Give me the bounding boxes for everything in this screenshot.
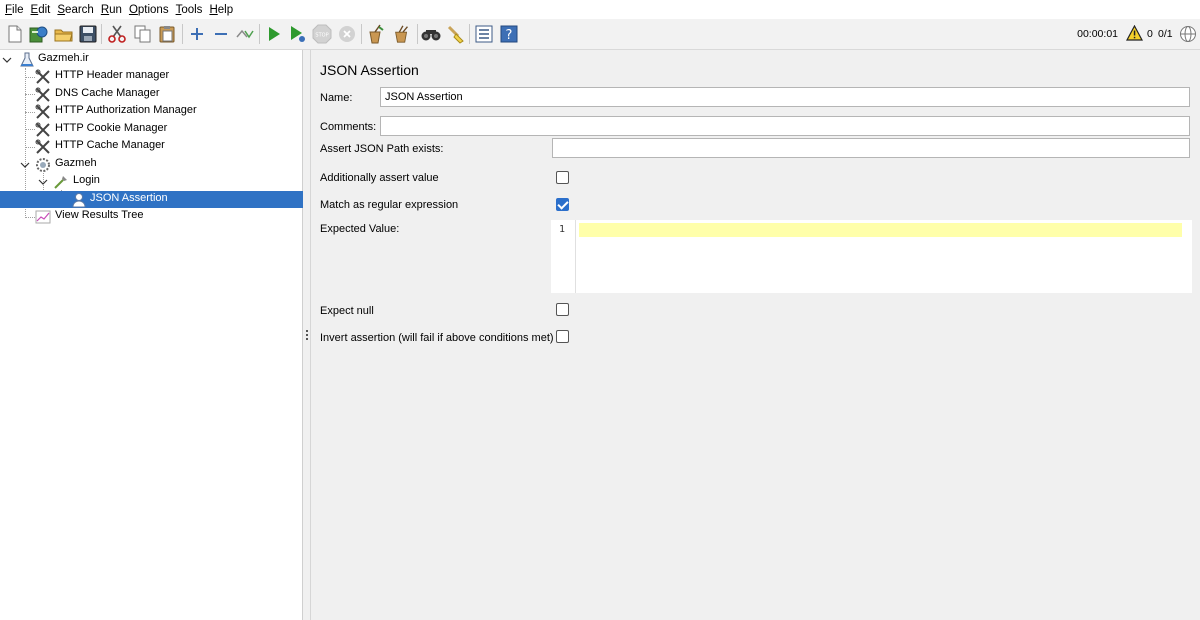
tree-node-label: HTTP Header manager: [55, 69, 170, 81]
expand-icon[interactable]: [187, 24, 207, 44]
tree-node-authorization-manager[interactable]: HTTP Authorization Manager: [0, 103, 303, 120]
search-icon[interactable]: [421, 24, 441, 44]
menu-file[interactable]: File: [4, 4, 29, 16]
match-regex-checkbox[interactable]: [556, 198, 569, 211]
test-plan-icon: [20, 52, 34, 67]
new-icon[interactable]: [5, 24, 25, 44]
chevron-down-icon[interactable]: [20, 160, 30, 170]
tree-node-label: Gazmeh.ir: [38, 52, 89, 64]
wrench-icon: [35, 122, 50, 137]
comments-label: Comments:: [320, 121, 377, 133]
clear-all-icon[interactable]: [392, 24, 412, 44]
match-regex-label: Match as regular expression: [320, 199, 459, 211]
toggle-icon[interactable]: [235, 24, 255, 44]
tree-node-cache-manager[interactable]: HTTP Cache Manager: [0, 138, 303, 155]
tree-node-label: JSON Assertion: [90, 192, 168, 204]
tree-node-label: Login: [73, 174, 100, 186]
line-number-gutter: 1: [551, 220, 576, 293]
help-icon[interactable]: ?: [499, 24, 519, 44]
tree-node-label: HTTP Authorization Manager: [55, 104, 197, 116]
collapse-icon[interactable]: [211, 24, 231, 44]
tree-node-label: Gazmeh: [55, 157, 97, 169]
pipette-icon: [54, 176, 67, 189]
save-icon[interactable]: [78, 24, 98, 44]
remote-engines-icon[interactable]: [1179, 25, 1197, 43]
chevron-down-icon[interactable]: [38, 177, 48, 187]
active-threads: 0/1: [1158, 28, 1173, 40]
stop-icon[interactable]: STOP: [312, 24, 332, 44]
page-title: JSON Assertion: [320, 62, 419, 78]
open-icon[interactable]: [54, 24, 74, 44]
tree-node-label: DNS Cache Manager: [55, 87, 160, 99]
tree-node-cookie-manager[interactable]: HTTP Cookie Manager: [0, 121, 303, 138]
menu-run[interactable]: Run: [100, 4, 127, 16]
tree-node-header-manager[interactable]: HTTP Header manager: [0, 68, 303, 85]
menu-options[interactable]: Options: [128, 4, 174, 16]
expect-null-label: Expect null: [320, 305, 374, 317]
menu-bar: File Edit Search Run Options Tools Help: [0, 0, 1200, 19]
templates-icon[interactable]: [29, 24, 49, 44]
comments-field[interactable]: [380, 116, 1190, 136]
additionally-assert-label: Additionally assert value: [320, 172, 439, 184]
cut-icon[interactable]: [107, 24, 127, 44]
tree-node-thread-group[interactable]: Gazmeh: [0, 156, 303, 173]
svg-text:?: ?: [506, 28, 513, 43]
menu-edit[interactable]: Edit: [30, 4, 56, 16]
expected-value-editor[interactable]: 1: [551, 220, 1192, 293]
expect-null-checkbox[interactable]: [556, 303, 569, 316]
invert-assertion-checkbox[interactable]: [556, 330, 569, 343]
menu-help[interactable]: Help: [208, 4, 238, 16]
clear-icon[interactable]: [366, 24, 386, 44]
invert-assertion-label: Invert assertion (will fail if above con…: [320, 332, 554, 344]
wrench-icon: [35, 87, 50, 102]
tree-node-view-results-tree[interactable]: View Results Tree: [0, 208, 303, 225]
json-path-label: Assert JSON Path exists:: [320, 143, 444, 155]
error-count: 0: [1147, 28, 1153, 40]
wrench-icon: [35, 104, 50, 119]
tree-node-label: View Results Tree: [55, 209, 144, 221]
reset-search-icon[interactable]: [446, 24, 466, 44]
assertion-icon: [72, 193, 86, 208]
paste-icon[interactable]: [157, 24, 177, 44]
copy-icon[interactable]: [133, 24, 153, 44]
tree-node-dns-cache-manager[interactable]: DNS Cache Manager: [0, 86, 303, 103]
start-icon[interactable]: [264, 24, 284, 44]
menu-search[interactable]: Search: [56, 4, 98, 16]
tree-node-label: HTTP Cache Manager: [55, 139, 165, 151]
json-assertion-panel: JSON Assertion Name: JSON Assertion Comm…: [311, 50, 1200, 620]
test-plan-tree: Gazmeh.ir HTTP Header manager DNS Cache …: [0, 50, 303, 620]
chart-icon: [35, 210, 51, 224]
name-field[interactable]: JSON Assertion: [380, 87, 1190, 107]
split-pane-divider[interactable]: [303, 50, 311, 620]
additionally-assert-checkbox[interactable]: [556, 171, 569, 184]
function-helper-icon[interactable]: [474, 24, 494, 44]
json-path-field[interactable]: [552, 138, 1190, 158]
tree-node-test-plan[interactable]: Gazmeh.ir: [0, 51, 303, 68]
current-line-highlight: [579, 223, 1182, 237]
tree-node-label: HTTP Cookie Manager: [55, 122, 168, 134]
line-number: 1: [559, 224, 566, 235]
menu-tools[interactable]: Tools: [175, 4, 208, 16]
elapsed-timer: 00:00:01: [1077, 28, 1118, 40]
expected-value-label: Expected Value:: [320, 223, 400, 235]
tree-node-json-assertion[interactable]: JSON Assertion: [0, 191, 303, 208]
toolbar: STOP ? 00:00:01 0 0/1: [0, 19, 1200, 50]
wrench-icon: [35, 69, 50, 84]
tree-node-sampler-login[interactable]: Login: [0, 173, 303, 190]
gear-icon: [36, 158, 50, 172]
chevron-down-icon[interactable]: [2, 55, 12, 65]
wrench-icon: [35, 139, 50, 154]
start-no-pause-icon[interactable]: [288, 24, 308, 44]
name-label: Name:: [320, 92, 353, 104]
warning-icon[interactable]: [1125, 24, 1144, 42]
svg-text:STOP: STOP: [315, 33, 328, 39]
shutdown-icon[interactable]: [337, 24, 357, 44]
